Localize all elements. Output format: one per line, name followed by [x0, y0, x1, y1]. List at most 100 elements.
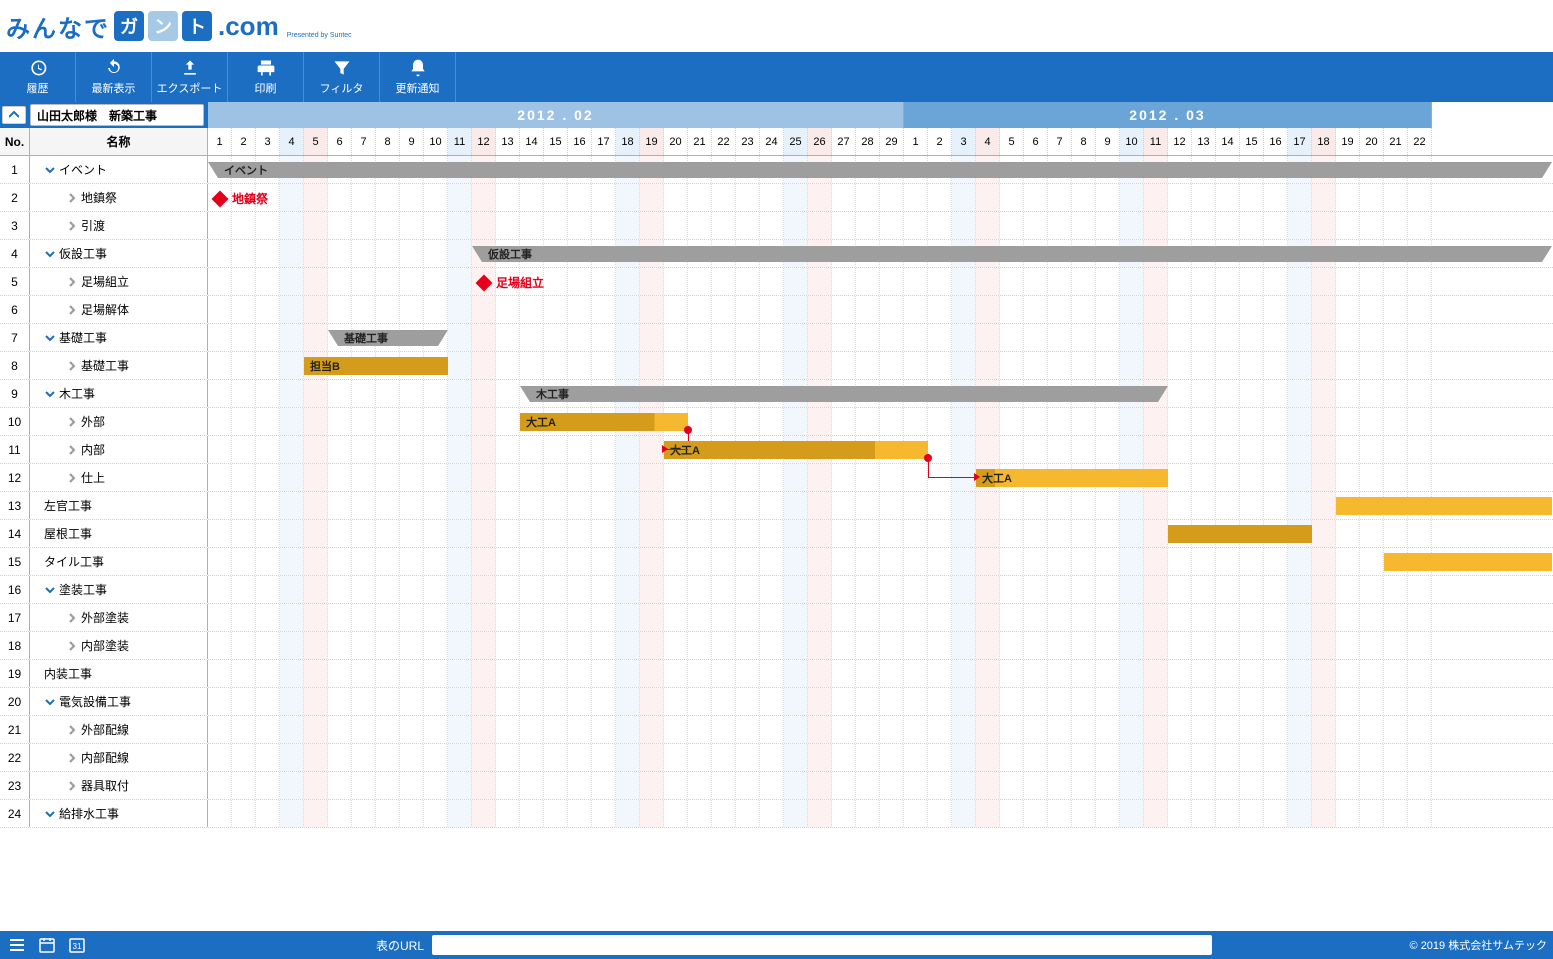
chevron-right-icon[interactable]	[66, 613, 78, 623]
task-bar[interactable]	[1168, 525, 1312, 543]
chevron-down-icon[interactable]	[44, 165, 56, 175]
gantt-cell[interactable]: 基礎工事	[208, 324, 1553, 351]
gantt-cell[interactable]	[208, 716, 1553, 743]
chevron-right-icon[interactable]	[66, 781, 78, 791]
calendar-icon[interactable]	[36, 934, 58, 956]
gantt-cell[interactable]	[208, 548, 1553, 575]
gantt-cell[interactable]	[208, 744, 1553, 771]
print-button[interactable]: 印刷	[228, 52, 304, 102]
chevron-right-icon[interactable]	[66, 305, 78, 315]
table-row[interactable]: 5足場組立足場組立	[0, 268, 1553, 296]
gantt-cell[interactable]	[208, 296, 1553, 323]
row-name[interactable]: 引渡	[30, 212, 208, 239]
chevron-down-icon[interactable]	[44, 389, 56, 399]
row-name[interactable]: 塗装工事	[30, 576, 208, 603]
gantt-cell[interactable]: 足場組立	[208, 268, 1553, 295]
group-bar[interactable]: 仮設工事	[482, 246, 1542, 262]
row-name[interactable]: 外部塗装	[30, 604, 208, 631]
gantt-cell[interactable]	[208, 632, 1553, 659]
row-name[interactable]: 足場組立	[30, 268, 208, 295]
today-icon[interactable]: 31	[66, 934, 88, 956]
row-name[interactable]: 左官工事	[30, 492, 208, 519]
table-row[interactable]: 11内部大工A	[0, 436, 1553, 464]
gantt-cell[interactable]	[208, 688, 1553, 715]
row-name[interactable]: 内部塗装	[30, 632, 208, 659]
table-row[interactable]: 10外部大工A	[0, 408, 1553, 436]
table-row[interactable]: 2地鎮祭地鎮祭	[0, 184, 1553, 212]
task-bar[interactable]	[1336, 497, 1552, 515]
chevron-right-icon[interactable]	[66, 361, 78, 371]
export-button[interactable]: エクスポート	[152, 52, 228, 102]
chevron-right-icon[interactable]	[66, 473, 78, 483]
gantt-cell[interactable]	[208, 212, 1553, 239]
table-row[interactable]: 24給排水工事	[0, 800, 1553, 828]
table-row[interactable]: 12仕上大工A	[0, 464, 1553, 492]
task-bar[interactable]: 大工A	[520, 413, 688, 431]
task-bar[interactable]: 担当B	[304, 357, 448, 375]
row-name[interactable]: 給排水工事	[30, 800, 208, 827]
collapse-button[interactable]	[2, 106, 26, 124]
table-row[interactable]: 8基礎工事担当B	[0, 352, 1553, 380]
table-row[interactable]: 20電気設備工事	[0, 688, 1553, 716]
row-name[interactable]: 基礎工事	[30, 324, 208, 351]
chevron-right-icon[interactable]	[66, 641, 78, 651]
group-bar[interactable]: 木工事	[530, 386, 1158, 402]
chevron-right-icon[interactable]	[66, 417, 78, 427]
row-name[interactable]: 内部配線	[30, 744, 208, 771]
table-row[interactable]: 6足場解体	[0, 296, 1553, 324]
table-row[interactable]: 3引渡	[0, 212, 1553, 240]
table-row[interactable]: 4仮設工事仮設工事	[0, 240, 1553, 268]
chevron-right-icon[interactable]	[66, 193, 78, 203]
table-row[interactable]: 13左官工事	[0, 492, 1553, 520]
table-row[interactable]: 21外部配線	[0, 716, 1553, 744]
row-name[interactable]: 内部	[30, 436, 208, 463]
chevron-right-icon[interactable]	[66, 753, 78, 763]
chevron-down-icon[interactable]	[44, 333, 56, 343]
gantt-cell[interactable]: イベント	[208, 156, 1553, 183]
gantt-cell[interactable]: 仮設工事	[208, 240, 1553, 267]
table-row[interactable]: 14屋根工事	[0, 520, 1553, 548]
row-name[interactable]: 外部配線	[30, 716, 208, 743]
table-row[interactable]: 18内部塗装	[0, 632, 1553, 660]
gantt-cell[interactable]: 担当B	[208, 352, 1553, 379]
table-row[interactable]: 22内部配線	[0, 744, 1553, 772]
gantt-cell[interactable]: 大工A	[208, 436, 1553, 463]
menu-icon[interactable]	[6, 934, 28, 956]
gantt-cell[interactable]	[208, 492, 1553, 519]
table-row[interactable]: 23器具取付	[0, 772, 1553, 800]
gantt-cell[interactable]	[208, 576, 1553, 603]
row-name[interactable]: 基礎工事	[30, 352, 208, 379]
row-name[interactable]: 地鎮祭	[30, 184, 208, 211]
gantt-cell[interactable]	[208, 660, 1553, 687]
gantt-cell[interactable]	[208, 520, 1553, 547]
row-name[interactable]: 屋根工事	[30, 520, 208, 547]
row-name[interactable]: 器具取付	[30, 772, 208, 799]
table-row[interactable]: 19内装工事	[0, 660, 1553, 688]
row-name[interactable]: 木工事	[30, 380, 208, 407]
group-bar[interactable]: イベント	[218, 162, 1542, 178]
row-name[interactable]: 足場解体	[30, 296, 208, 323]
chevron-down-icon[interactable]	[44, 697, 56, 707]
chevron-down-icon[interactable]	[44, 585, 56, 595]
gantt-cell[interactable]: 地鎮祭	[208, 184, 1553, 211]
table-row[interactable]: 7基礎工事基礎工事	[0, 324, 1553, 352]
table-row[interactable]: 16塗装工事	[0, 576, 1553, 604]
gantt-cell[interactable]	[208, 800, 1553, 827]
refresh-button[interactable]: 最新表示	[76, 52, 152, 102]
gantt-cell[interactable]	[208, 604, 1553, 631]
chevron-right-icon[interactable]	[66, 221, 78, 231]
task-bar[interactable]: 大工A	[976, 469, 1168, 487]
filter-button[interactable]: フィルタ	[304, 52, 380, 102]
chevron-down-icon[interactable]	[44, 809, 56, 819]
table-row[interactable]: 15タイル工事	[0, 548, 1553, 576]
table-row[interactable]: 1イベントイベント	[0, 156, 1553, 184]
gantt-cell[interactable]: 大工A	[208, 408, 1553, 435]
table-row[interactable]: 9木工事木工事	[0, 380, 1553, 408]
row-name[interactable]: 仕上	[30, 464, 208, 491]
chevron-right-icon[interactable]	[66, 445, 78, 455]
row-name[interactable]: イベント	[30, 156, 208, 183]
row-name[interactable]: タイル工事	[30, 548, 208, 575]
history-button[interactable]: 履歴	[0, 52, 76, 102]
chevron-right-icon[interactable]	[66, 277, 78, 287]
group-bar[interactable]: 基礎工事	[338, 330, 438, 346]
